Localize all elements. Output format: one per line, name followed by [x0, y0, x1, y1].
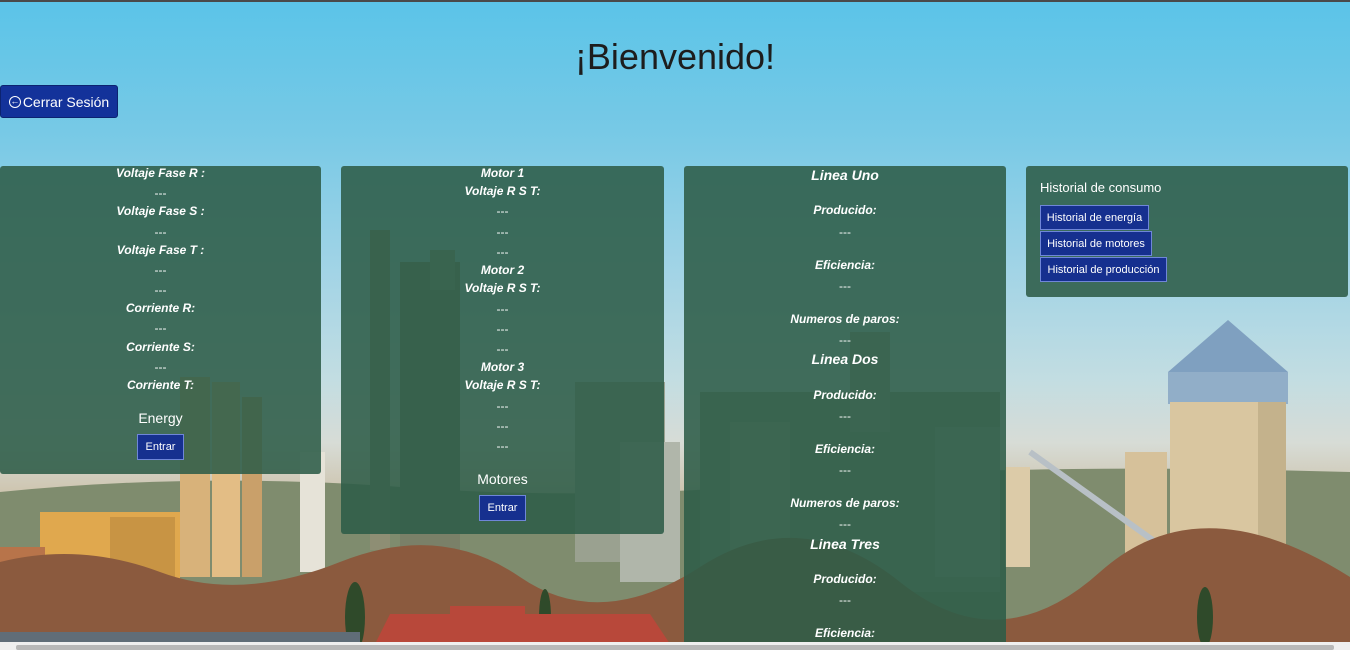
current-s-label: Corriente S: — [126, 340, 195, 354]
line-2-efficiency-label: Eficiencia: — [814, 442, 876, 456]
motor-1-name: Motor 1 — [480, 166, 525, 180]
motors-history-button[interactable]: Historial de motores — [1040, 231, 1152, 256]
history-panel: Historial de consumo Historial de energí… — [1026, 166, 1348, 297]
horizontal-scrollbar-thumb[interactable] — [16, 645, 1334, 650]
motor-2-voltage-label: Voltaje R S T: — [464, 281, 541, 295]
production-lines-panel: Linea Uno Producido: --- Eficiencia: ---… — [684, 166, 1006, 646]
energy-panel: Voltaje Fase R : --- Voltaje Fase S : --… — [0, 166, 321, 474]
motor-2-name: Motor 2 — [480, 263, 525, 277]
line-1-produced-value: --- — [839, 225, 851, 239]
motor-1-value-r: --- — [496, 204, 509, 218]
motor-2-value-s: --- — [496, 322, 509, 336]
line-1-name: Linea Uno — [811, 167, 879, 183]
motor-3-value-s: --- — [496, 419, 509, 433]
motor-1-value-s: --- — [496, 225, 509, 239]
line-3-efficiency-label: Eficiencia: — [814, 626, 876, 640]
line-2-stops-label: Numeros de paros: — [790, 496, 900, 510]
current-r-value: --- — [154, 321, 167, 335]
logout-label: Cerrar Sesión — [22, 93, 110, 110]
current-r-label: Corriente R: — [125, 301, 196, 315]
line-1-efficiency-value: --- — [839, 279, 851, 293]
production-history-button[interactable]: Historial de producción — [1040, 257, 1167, 282]
motor-3-value-t: --- — [496, 439, 509, 453]
motor-3-voltage-label: Voltaje R S T: — [464, 378, 541, 392]
voltage-t-value: --- — [154, 263, 167, 277]
line-1-stops-value: --- — [839, 333, 851, 347]
motor-3-value-r: --- — [496, 399, 509, 413]
voltage-r-label: Voltaje Fase R : — [116, 166, 205, 180]
arrow-left-circle-icon: ← — [8, 95, 21, 108]
line-2-name: Linea Dos — [811, 351, 879, 367]
voltage-s-label: Voltaje Fase S : — [116, 204, 205, 218]
voltage-r-value: --- — [154, 186, 167, 200]
motors-enter-button[interactable]: Entrar — [479, 495, 526, 521]
motors-section-title: Motores — [477, 471, 528, 487]
logout-button[interactable]: ← Cerrar Sesión — [0, 85, 118, 118]
line-2-efficiency-value: --- — [839, 463, 851, 477]
history-panel-title: Historial de consumo — [1040, 180, 1162, 195]
current-t-label: Corriente T: — [126, 378, 195, 392]
voltage-t-value-2: --- — [154, 283, 167, 297]
line-1-efficiency-label: Eficiencia: — [814, 258, 876, 272]
motor-1-voltage-label: Voltaje R S T: — [464, 184, 541, 198]
current-s-value: --- — [154, 360, 167, 374]
page-title: ¡Bienvenido! — [574, 36, 776, 77]
motors-panel: Motor 1 Voltaje R S T: --- --- --- Motor… — [341, 166, 664, 534]
energy-history-button[interactable]: Historial de energía — [1040, 205, 1149, 230]
line-3-produced-label: Producido: — [813, 572, 877, 586]
line-2-produced-value: --- — [839, 409, 851, 423]
motor-1-value-t: --- — [496, 245, 509, 259]
line-3-produced-value: --- — [839, 593, 851, 607]
line-2-produced-label: Producido: — [813, 388, 877, 402]
voltage-t-label: Voltaje Fase T : — [116, 243, 205, 257]
motor-3-name: Motor 3 — [480, 360, 525, 374]
line-2-stops-value: --- — [839, 517, 851, 531]
line-1-stops-label: Numeros de paros: — [790, 312, 900, 326]
line-1-produced-label: Producido: — [813, 203, 877, 217]
voltage-s-value: --- — [154, 225, 167, 239]
line-3-name: Linea Tres — [810, 536, 880, 552]
motor-2-value-t: --- — [496, 342, 509, 356]
motor-2-value-r: --- — [496, 302, 509, 316]
energy-enter-button[interactable]: Entrar — [137, 434, 184, 460]
energy-section-title: Energy — [138, 410, 183, 426]
